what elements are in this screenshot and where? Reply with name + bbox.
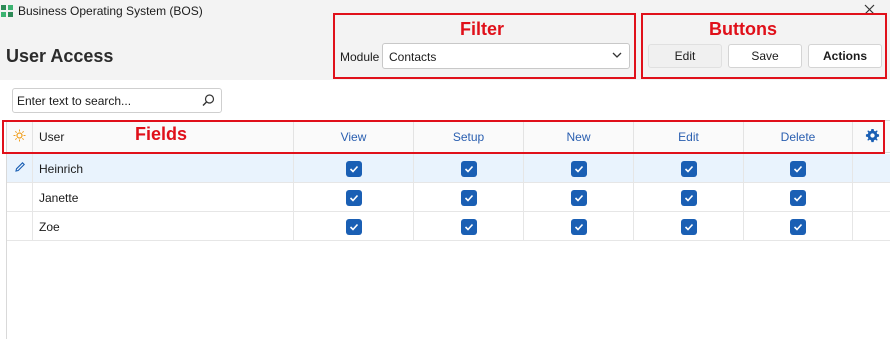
user-cell[interactable]: Janette xyxy=(33,183,294,212)
delete-cell xyxy=(744,154,853,183)
row-indicator[interactable] xyxy=(7,154,33,183)
fields-callout-label: Fields xyxy=(135,124,188,144)
row-indicator[interactable] xyxy=(7,183,33,212)
view-cell xyxy=(294,154,414,183)
edit-checkbox[interactable] xyxy=(680,218,697,235)
table-row[interactable]: Zoe xyxy=(7,212,890,241)
setup-cell xyxy=(414,212,524,241)
new-checkbox[interactable] xyxy=(570,218,587,235)
page-title: User Access xyxy=(6,46,114,66)
new-checkbox[interactable] xyxy=(570,160,587,177)
delete-checkbox[interactable] xyxy=(790,189,806,206)
table-row[interactable]: Janette xyxy=(7,183,890,212)
filter-callout-label: Filter xyxy=(460,19,505,39)
edit-cell xyxy=(634,212,744,241)
user-cell[interactable]: Zoe xyxy=(33,212,294,241)
setup-checkbox[interactable] xyxy=(460,218,477,235)
table-row[interactable]: Heinrich xyxy=(7,154,890,183)
row-indicator[interactable] xyxy=(7,212,33,241)
setup-cell xyxy=(414,183,524,212)
edit-checkbox[interactable] xyxy=(680,160,697,177)
bos-logo-icon xyxy=(0,4,14,18)
edit-checkbox[interactable] xyxy=(680,189,697,206)
setup-checkbox[interactable] xyxy=(460,160,477,177)
new-cell xyxy=(524,183,634,212)
setup-checkbox[interactable] xyxy=(460,189,477,206)
search-input[interactable] xyxy=(17,92,197,110)
delete-cell xyxy=(744,212,853,241)
setup-cell xyxy=(414,154,524,183)
view-cell xyxy=(294,183,414,212)
new-checkbox[interactable] xyxy=(570,189,587,206)
buttons-callout-label: Buttons xyxy=(709,19,777,39)
edit-cell xyxy=(634,183,744,212)
new-cell xyxy=(524,154,634,183)
delete-checkbox[interactable] xyxy=(790,160,806,177)
view-cell xyxy=(294,212,414,241)
view-checkbox[interactable] xyxy=(345,160,362,177)
search-box xyxy=(12,88,222,113)
window-title: Business Operating System (BOS) xyxy=(18,4,203,18)
new-cell xyxy=(524,212,634,241)
search-icon[interactable] xyxy=(201,93,216,111)
view-checkbox[interactable] xyxy=(345,189,362,206)
delete-cell xyxy=(744,183,853,212)
edit-cell xyxy=(634,154,744,183)
pencil-icon xyxy=(14,161,26,176)
user-cell[interactable]: Heinrich xyxy=(33,154,294,183)
delete-checkbox[interactable] xyxy=(790,218,806,235)
view-checkbox[interactable] xyxy=(345,218,362,235)
